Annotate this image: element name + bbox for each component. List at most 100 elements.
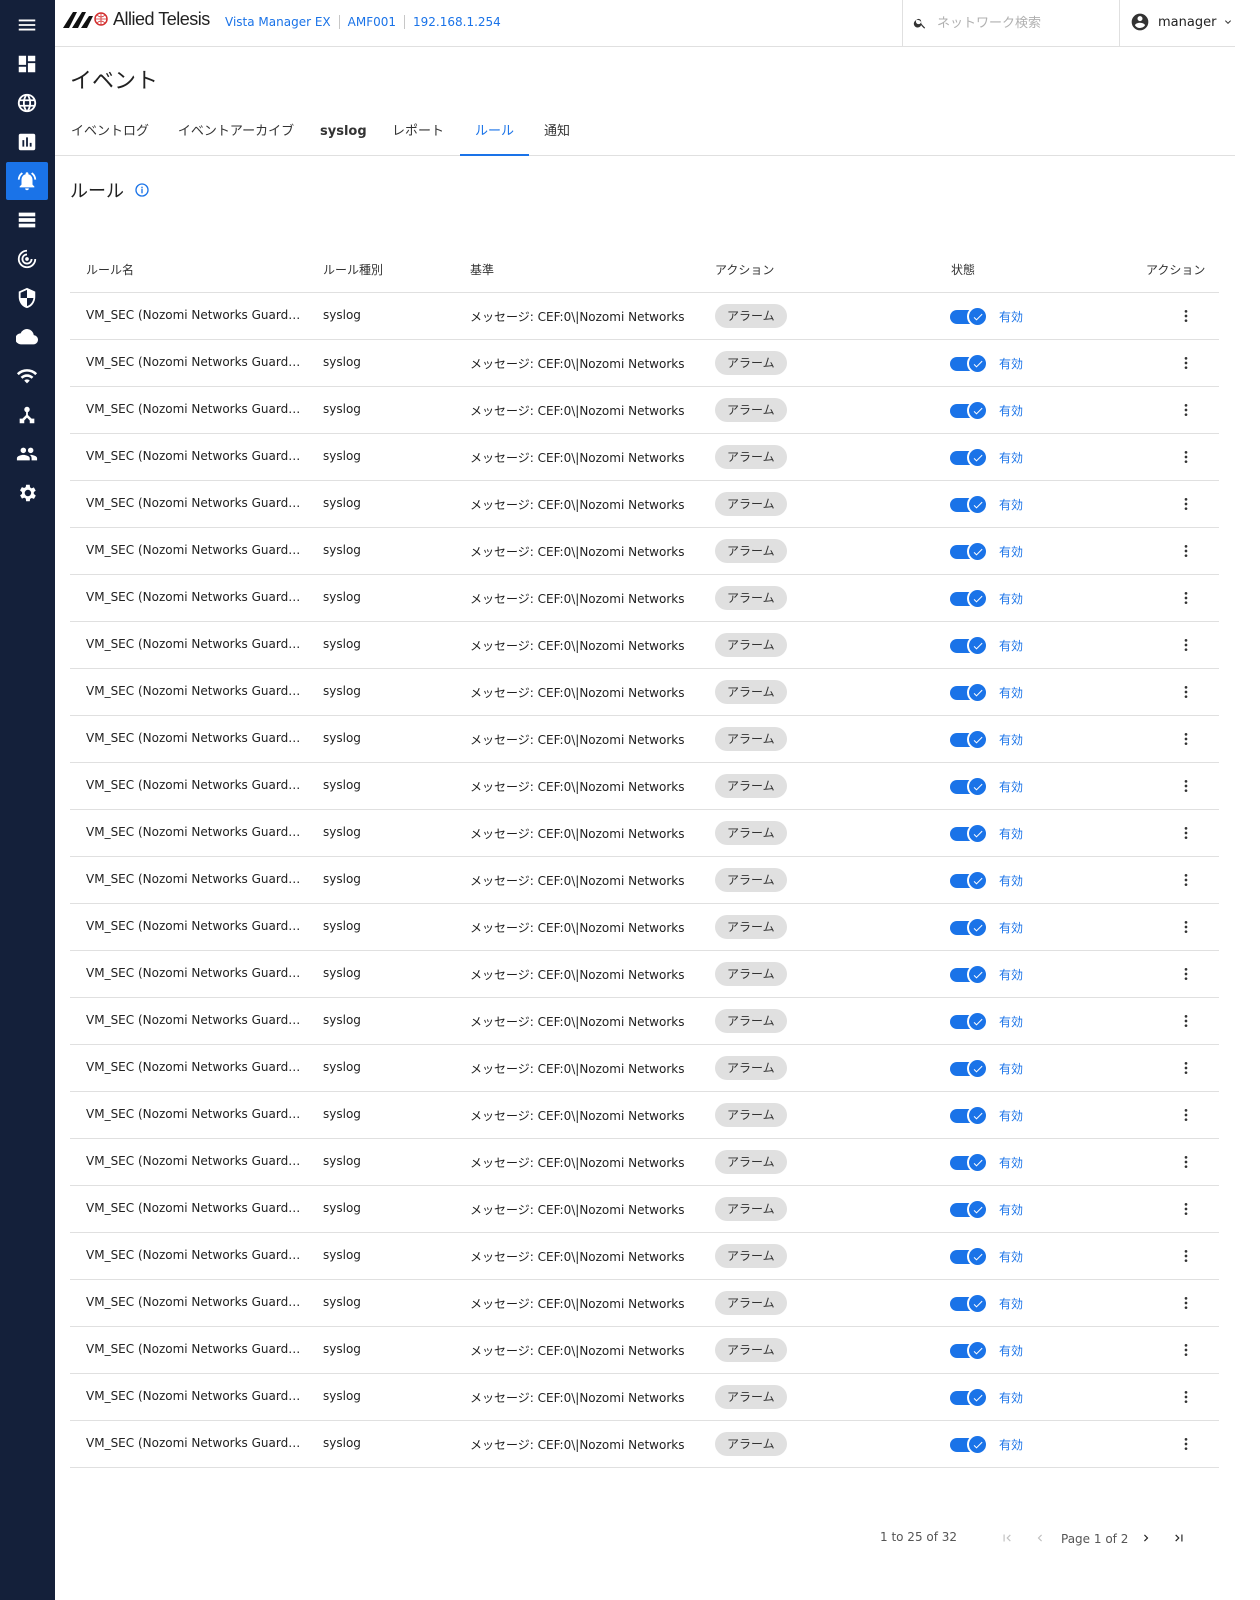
row-menu-button[interactable] bbox=[1176, 1104, 1196, 1126]
row-menu-button[interactable] bbox=[1176, 305, 1196, 327]
tab-event-archive[interactable]: イベントアーカイブ bbox=[176, 108, 296, 156]
tab-rules[interactable]: ルール bbox=[460, 108, 529, 156]
row-menu-button[interactable] bbox=[1176, 963, 1196, 985]
status-toggle[interactable] bbox=[950, 1010, 988, 1032]
row-menu-button[interactable] bbox=[1176, 1151, 1196, 1173]
status-toggle[interactable] bbox=[950, 1057, 988, 1079]
table-row[interactable]: VM_SEC (Nozomi Networks Guardian) syslog メ… bbox=[70, 998, 1219, 1045]
table-row[interactable]: VM_SEC (Nozomi Networks Guardian) syslog メ… bbox=[70, 904, 1219, 951]
last-page-button[interactable] bbox=[1169, 1528, 1189, 1548]
status-toggle[interactable] bbox=[950, 1292, 988, 1314]
table-row[interactable]: VM_SEC (Nozomi Networks Guardian) syslog メ… bbox=[70, 810, 1219, 857]
table-row[interactable]: VM_SEC (Nozomi Networks Guardian) syslog メ… bbox=[70, 1421, 1219, 1468]
sidebar-item-topology[interactable] bbox=[6, 396, 48, 434]
table-row[interactable]: VM_SEC (Nozomi Networks Guardian) syslog メ… bbox=[70, 1139, 1219, 1186]
table-row[interactable]: VM_SEC (Nozomi Networks Guardian) syslog メ… bbox=[70, 1045, 1219, 1092]
table-row[interactable]: VM_SEC (Nozomi Networks Guardian) syslog メ… bbox=[70, 1092, 1219, 1139]
user-menu[interactable]: manager bbox=[1130, 12, 1234, 32]
row-menu-button[interactable] bbox=[1176, 1010, 1196, 1032]
previous-page-button[interactable] bbox=[1030, 1528, 1050, 1548]
breadcrumb-ip[interactable]: 192.168.1.254 bbox=[404, 15, 509, 29]
table-row[interactable]: VM_SEC (Nozomi Networks Guardian) syslog メ… bbox=[70, 1374, 1219, 1421]
table-row[interactable]: VM_SEC (Nozomi Networks Guardian) syslog メ… bbox=[70, 1327, 1219, 1374]
row-menu-button[interactable] bbox=[1176, 1057, 1196, 1079]
row-menu-button[interactable] bbox=[1176, 775, 1196, 797]
row-menu-button[interactable] bbox=[1176, 540, 1196, 562]
status-toggle[interactable] bbox=[950, 1339, 988, 1361]
status-toggle[interactable] bbox=[950, 399, 988, 421]
tab-event-log[interactable]: イベントログ bbox=[70, 108, 150, 156]
table-row[interactable]: VM_SEC (Nozomi Networks Guardian) syslog メ… bbox=[70, 951, 1219, 998]
status-toggle[interactable] bbox=[950, 1104, 988, 1126]
row-menu-button[interactable] bbox=[1176, 1198, 1196, 1220]
row-menu-button[interactable] bbox=[1176, 446, 1196, 468]
column-header-type[interactable]: ルール種別 bbox=[323, 261, 383, 278]
row-menu-button[interactable] bbox=[1176, 1292, 1196, 1314]
status-toggle[interactable] bbox=[950, 1433, 988, 1455]
table-row[interactable]: VM_SEC (Nozomi Networks Guardian) syslog メ… bbox=[70, 857, 1219, 904]
status-toggle[interactable] bbox=[950, 916, 988, 938]
row-menu-button[interactable] bbox=[1176, 587, 1196, 609]
sidebar-item-settings[interactable] bbox=[6, 474, 48, 512]
tab-syslog[interactable]: syslog bbox=[320, 108, 367, 156]
row-menu-button[interactable] bbox=[1176, 352, 1196, 374]
sidebar-item-wireless[interactable] bbox=[6, 357, 48, 395]
row-menu-button[interactable] bbox=[1176, 1339, 1196, 1361]
breadcrumb-amf[interactable]: AMF001 bbox=[338, 15, 404, 29]
table-row[interactable]: VM_SEC (Nozomi Networks Guardian) syslog メ… bbox=[70, 669, 1219, 716]
status-toggle[interactable] bbox=[950, 1198, 988, 1220]
status-toggle[interactable] bbox=[950, 822, 988, 844]
row-menu-button[interactable] bbox=[1176, 1245, 1196, 1267]
table-row[interactable]: VM_SEC (Nozomi Networks Guardian) syslog メ… bbox=[70, 1280, 1219, 1327]
row-menu-button[interactable] bbox=[1176, 869, 1196, 891]
sidebar-item-monitor[interactable] bbox=[6, 240, 48, 278]
row-menu-button[interactable] bbox=[1176, 399, 1196, 421]
status-toggle[interactable] bbox=[950, 587, 988, 609]
first-page-button[interactable] bbox=[997, 1528, 1017, 1548]
status-toggle[interactable] bbox=[950, 493, 988, 515]
table-row[interactable]: VM_SEC (Nozomi Networks Guardian) syslog メ… bbox=[70, 340, 1219, 387]
sidebar-item-network[interactable] bbox=[6, 84, 48, 122]
table-row[interactable]: VM_SEC (Nozomi Networks Guardian) syslog メ… bbox=[70, 528, 1219, 575]
table-row[interactable]: VM_SEC (Nozomi Networks Guardian) syslog メ… bbox=[70, 763, 1219, 810]
sidebar-item-list[interactable] bbox=[6, 201, 48, 239]
status-toggle[interactable] bbox=[950, 681, 988, 703]
column-header-status[interactable]: 状態 bbox=[951, 261, 975, 278]
status-toggle[interactable] bbox=[950, 728, 988, 750]
sidebar-item-events[interactable] bbox=[6, 162, 48, 200]
table-row[interactable]: VM_SEC (Nozomi Networks Guardian) syslog メ… bbox=[70, 622, 1219, 669]
search-input[interactable] bbox=[937, 12, 1107, 34]
status-toggle[interactable] bbox=[950, 963, 988, 985]
table-row[interactable]: VM_SEC (Nozomi Networks Guardian) syslog メ… bbox=[70, 1233, 1219, 1280]
table-row[interactable]: VM_SEC (Nozomi Networks Guardian) syslog メ… bbox=[70, 1186, 1219, 1233]
table-row[interactable]: VM_SEC (Nozomi Networks Guardian) syslog メ… bbox=[70, 434, 1219, 481]
sidebar-item-security[interactable] bbox=[6, 279, 48, 317]
row-menu-button[interactable] bbox=[1176, 493, 1196, 515]
status-toggle[interactable] bbox=[950, 446, 988, 468]
status-toggle[interactable] bbox=[950, 1151, 988, 1173]
status-toggle[interactable] bbox=[950, 869, 988, 891]
column-header-criteria[interactable]: 基準 bbox=[470, 261, 494, 278]
tab-report[interactable]: レポート bbox=[391, 108, 445, 156]
row-menu-button[interactable] bbox=[1176, 1386, 1196, 1408]
table-row[interactable]: VM_SEC (Nozomi Networks Guardian) syslog メ… bbox=[70, 716, 1219, 763]
info-icon[interactable] bbox=[124, 182, 150, 198]
row-menu-button[interactable] bbox=[1176, 728, 1196, 750]
status-toggle[interactable] bbox=[950, 775, 988, 797]
status-toggle[interactable] bbox=[950, 1245, 988, 1267]
table-row[interactable]: VM_SEC (Nozomi Networks Guardian) syslog メ… bbox=[70, 387, 1219, 434]
column-header-name[interactable]: ルール名 bbox=[86, 261, 134, 278]
row-menu-button[interactable] bbox=[1176, 681, 1196, 703]
status-toggle[interactable] bbox=[950, 540, 988, 562]
table-row[interactable]: VM_SEC (Nozomi Networks Guardian) syslog メ… bbox=[70, 481, 1219, 528]
status-toggle[interactable] bbox=[950, 305, 988, 327]
sidebar-item-dashboard[interactable] bbox=[6, 45, 48, 83]
sidebar-item-menu[interactable] bbox=[6, 6, 48, 44]
next-page-button[interactable] bbox=[1136, 1528, 1156, 1548]
status-toggle[interactable] bbox=[950, 1386, 988, 1408]
brand-logo[interactable]: Allied Telesis bbox=[63, 9, 210, 30]
tab-notification[interactable]: 通知 bbox=[542, 108, 572, 156]
sidebar-item-reports[interactable] bbox=[6, 123, 48, 161]
status-toggle[interactable] bbox=[950, 352, 988, 374]
sidebar-item-cloud[interactable] bbox=[6, 318, 48, 356]
